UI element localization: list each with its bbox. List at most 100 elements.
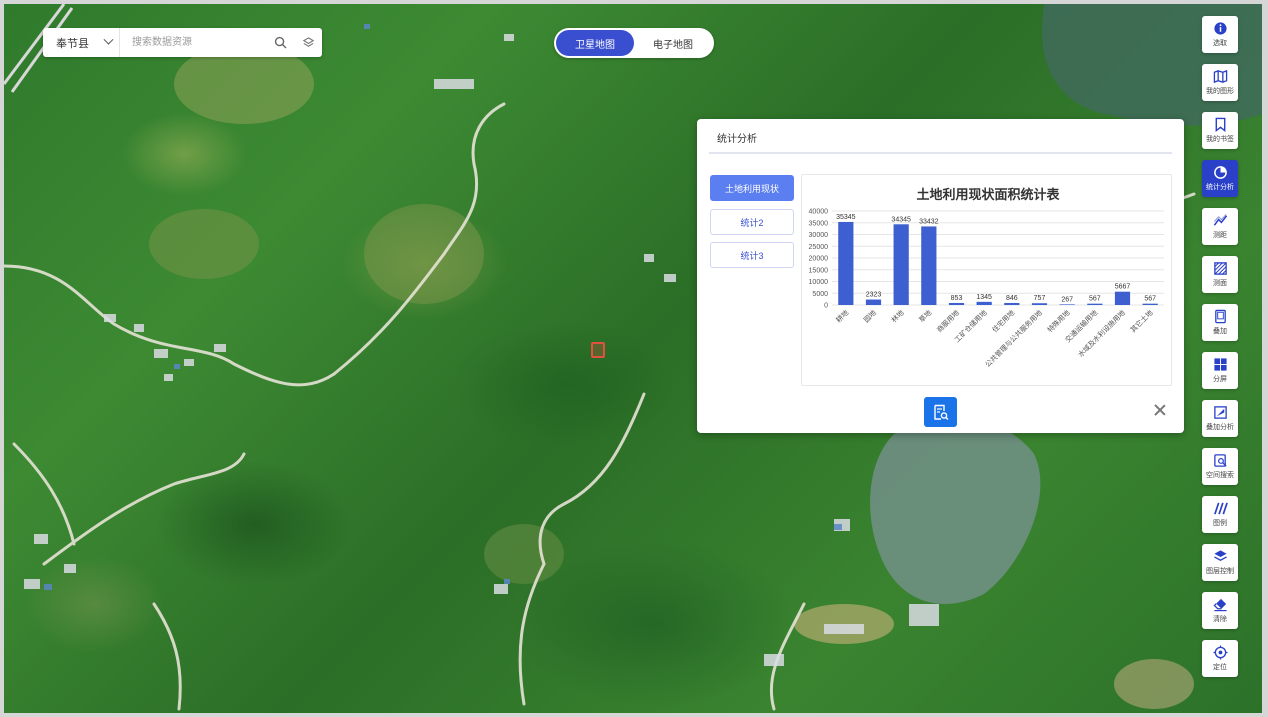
split-screen-icon	[1213, 358, 1227, 371]
layers-icon	[302, 37, 314, 47]
tab-statistic-2[interactable]: 统计2	[710, 209, 794, 235]
bar	[1142, 303, 1158, 305]
measure-distance-label: 测距	[1213, 232, 1227, 239]
clear-label: 清除	[1213, 616, 1227, 623]
bar	[1004, 303, 1020, 305]
overlay-icon	[1214, 309, 1226, 324]
y-tick-label: 20000	[809, 256, 829, 263]
search-button[interactable]	[266, 28, 294, 57]
bar-value-label: 267	[1061, 296, 1073, 303]
bar	[976, 301, 992, 305]
bar-value-label: 757	[1034, 295, 1046, 302]
y-tick-label: 10000	[809, 279, 829, 286]
bar	[838, 221, 854, 305]
statistics-panel: 统计分析 土地利用现状 统计2 统计3 土地利用现状面积统计表 0 5000 100…	[697, 119, 1184, 433]
my-bookmarks-button[interactable]: 我的书签	[1202, 112, 1238, 149]
measure-distance-button[interactable]: 测距	[1202, 208, 1238, 245]
bar	[865, 299, 882, 305]
locate-button[interactable]: 定位	[1202, 640, 1238, 677]
overlay-analysis-button[interactable]: 叠加分析	[1202, 400, 1238, 437]
statistics-analysis-label: 统计分析	[1206, 184, 1234, 191]
search-icon	[274, 36, 286, 49]
x-tick-label: 商服用地	[935, 308, 961, 334]
layer-control-label: 图层控制	[1206, 568, 1234, 575]
tab-statistic-3[interactable]: 统计3	[710, 242, 794, 268]
overlay-analysis-label: 叠加分析	[1206, 424, 1234, 431]
info-icon	[1213, 22, 1227, 35]
split-screen-label: 分屏	[1213, 376, 1227, 383]
legend-icon	[1213, 502, 1228, 515]
x-tick-label: 园地	[862, 308, 878, 324]
bar	[1087, 303, 1103, 305]
search-input[interactable]	[120, 28, 266, 57]
measure-area-label: 测面	[1213, 280, 1227, 287]
select-tool-button[interactable]: 选取	[1202, 16, 1238, 53]
pie-chart-icon	[1213, 166, 1227, 179]
my-bookmarks-label: 我的书签	[1206, 136, 1234, 143]
layer-control-button[interactable]: 图层控制	[1202, 544, 1238, 581]
layers-icon	[1213, 550, 1227, 561]
x-tick-label: 住宅用地	[990, 308, 1016, 334]
satellite-map-option[interactable]: 卫星地图	[556, 30, 634, 56]
y-tick-label: 30000	[809, 232, 829, 239]
x-tick-label: 林地	[889, 308, 905, 324]
bar	[1059, 304, 1075, 305]
select-tool-label: 选取	[1213, 40, 1227, 47]
locate-icon	[1212, 645, 1228, 660]
spatial-search-button[interactable]: 空间搜索	[1202, 448, 1238, 485]
y-tick-label: 5000	[812, 291, 828, 298]
bookmark-icon	[1215, 117, 1225, 132]
bar-value-label: 34345	[891, 216, 911, 223]
measure-area-icon	[1213, 262, 1227, 275]
eraser-icon	[1213, 598, 1227, 612]
statistics-analysis-button[interactable]: 统计分析	[1202, 160, 1238, 197]
bar-value-label: 567	[1089, 296, 1101, 303]
county-select[interactable]: 奉节县	[43, 28, 120, 57]
tab-land-use-status[interactable]: 土地利用现状	[710, 175, 794, 201]
right-toolbar: 选取 我的图形 我的书签 统计分析 测距 测面 叠加 分屏 叠加分析 空间搜索 …	[1202, 16, 1239, 688]
bar-value-label: 33432	[919, 218, 939, 225]
spatial-search-label: 空间搜索	[1206, 472, 1234, 479]
overlay-button[interactable]: 叠加	[1202, 304, 1238, 341]
land-use-chart: 土地利用现状面积统计表 0 5000 10000 15000 20000 25000 300…	[801, 174, 1172, 386]
x-tick-label: 特殊用地	[1045, 308, 1071, 334]
bar	[1031, 303, 1048, 305]
bar-value-label: 846	[1006, 295, 1018, 302]
x-tick-label: 水域及水利设施用地	[1076, 308, 1127, 359]
my-shapes-button[interactable]: 我的图形	[1202, 64, 1238, 101]
y-tick-label: 40000	[809, 209, 829, 216]
y-tick-label: 0	[824, 303, 828, 310]
bar-chart: 土地利用现状面积统计表 0 5000 10000 15000 20000 25000 300…	[809, 187, 1164, 369]
x-tick-label: 草地	[917, 308, 933, 324]
y-tick-label: 15000	[809, 267, 829, 274]
location-marker[interactable]	[591, 342, 605, 358]
x-tick-label: 公共管理与公共服务用地	[983, 308, 1044, 369]
vector-map-option[interactable]: 电子地图	[634, 30, 712, 56]
locate-label: 定位	[1213, 664, 1227, 671]
overlay-label: 叠加	[1213, 328, 1227, 335]
bar	[948, 302, 965, 305]
split-screen-button[interactable]: 分屏	[1202, 352, 1238, 389]
bar	[893, 224, 909, 305]
clear-button[interactable]: 清除	[1202, 592, 1238, 629]
bar	[921, 226, 937, 305]
report-button[interactable]	[924, 397, 957, 427]
county-label: 奉节县	[56, 37, 89, 50]
close-icon[interactable]	[1153, 403, 1167, 417]
legend-button[interactable]: 图例	[1202, 496, 1238, 533]
x-tick-label: 其它土地	[1128, 308, 1154, 334]
bar-value-label: 567	[1144, 296, 1156, 303]
overlay-analysis-icon	[1213, 406, 1227, 419]
y-tick-label: 25000	[809, 244, 829, 251]
measure-area-button[interactable]: 测面	[1202, 256, 1238, 293]
bar-value-label: 1345	[976, 294, 992, 301]
chevron-down-icon	[103, 34, 114, 45]
layers-filter-button[interactable]	[294, 28, 322, 57]
panel-title: 统计分析	[717, 134, 757, 145]
map-type-toggle: 卫星地图 电子地图	[554, 28, 714, 58]
report-search-icon	[933, 404, 948, 420]
search-bar: 奉节县	[43, 28, 322, 57]
measure-distance-icon	[1213, 214, 1227, 226]
spatial-search-icon	[1213, 454, 1227, 467]
bar-value-label: 2323	[866, 292, 882, 299]
